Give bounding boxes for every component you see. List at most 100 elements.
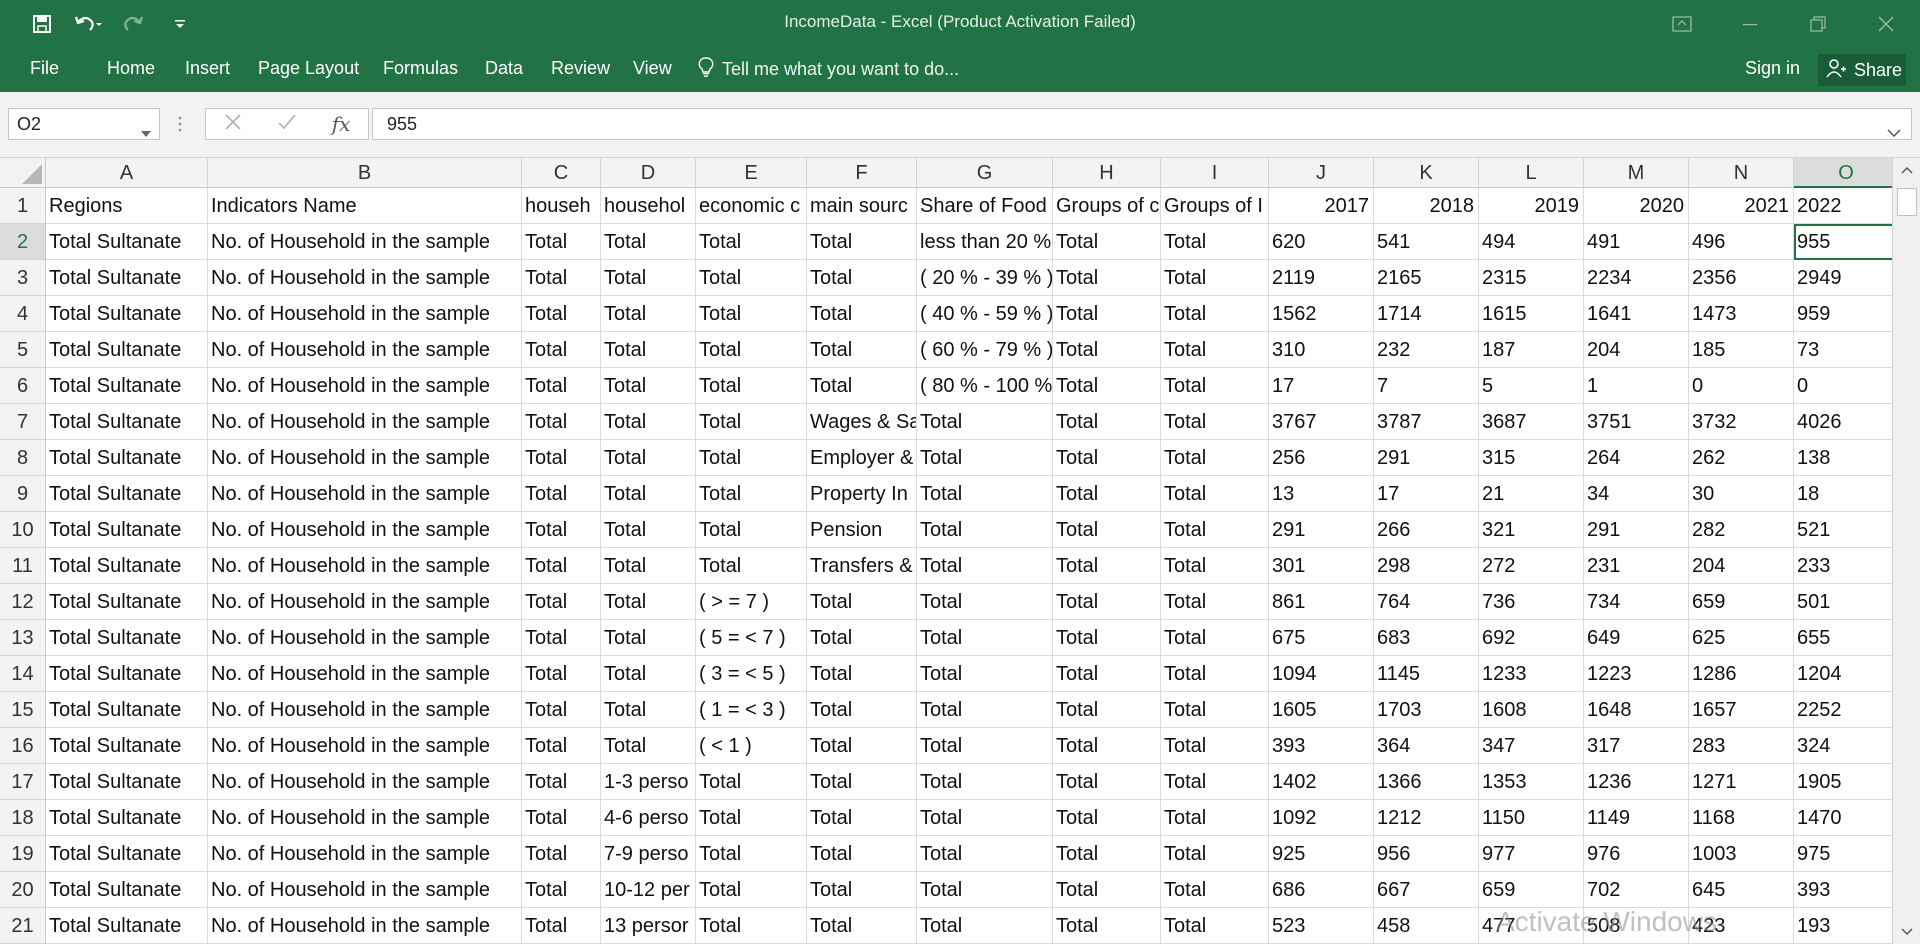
- cell-d12[interactable]: Total: [601, 584, 696, 620]
- cell-a21[interactable]: Total Sultanate: [46, 908, 208, 944]
- cell-l12[interactable]: 736: [1479, 584, 1584, 620]
- row-header-6[interactable]: 6: [0, 368, 45, 404]
- cell-l17[interactable]: 1353: [1479, 764, 1584, 800]
- cell-g14[interactable]: Total: [917, 656, 1053, 692]
- cell-c7[interactable]: Total: [522, 404, 601, 440]
- cell-h3[interactable]: Total: [1053, 260, 1161, 296]
- cell-o4[interactable]: 959: [1794, 296, 1892, 332]
- cell-i10[interactable]: Total: [1161, 512, 1269, 548]
- scroll-up-icon[interactable]: [1893, 158, 1920, 182]
- cell-j17[interactable]: 1402: [1269, 764, 1374, 800]
- cell-h5[interactable]: Total: [1053, 332, 1161, 368]
- cell-m17[interactable]: 1236: [1584, 764, 1689, 800]
- cell-j6[interactable]: 17: [1269, 368, 1374, 404]
- cell-d21[interactable]: 13 persor: [601, 908, 696, 944]
- chevron-down-icon[interactable]: [141, 121, 151, 142]
- cell-c2[interactable]: Total: [522, 224, 601, 260]
- cell-l2[interactable]: 494: [1479, 224, 1584, 260]
- ribbon-display-options-button[interactable]: [1648, 0, 1716, 48]
- tab-formulas[interactable]: Formulas: [383, 58, 458, 79]
- cell-l18[interactable]: 1150: [1479, 800, 1584, 836]
- row-header-10[interactable]: 10: [0, 512, 45, 548]
- cell-h1[interactable]: Groups of c: [1053, 188, 1161, 224]
- cell-a9[interactable]: Total Sultanate: [46, 476, 208, 512]
- cell-g13[interactable]: Total: [917, 620, 1053, 656]
- column-header-j[interactable]: J: [1269, 158, 1374, 188]
- cell-k11[interactable]: 298: [1374, 548, 1479, 584]
- row-header-1[interactable]: 1: [0, 188, 45, 224]
- cell-i14[interactable]: Total: [1161, 656, 1269, 692]
- cell-k1[interactable]: 2018: [1374, 188, 1479, 224]
- cell-o10[interactable]: 521: [1794, 512, 1892, 548]
- share-button[interactable]: Share: [1818, 54, 1906, 86]
- cell-e2[interactable]: Total: [696, 224, 807, 260]
- cell-a18[interactable]: Total Sultanate: [46, 800, 208, 836]
- cell-n7[interactable]: 3732: [1689, 404, 1794, 440]
- cell-c8[interactable]: Total: [522, 440, 601, 476]
- cell-f8[interactable]: Employer &: [807, 440, 917, 476]
- cell-d19[interactable]: 7-9 perso: [601, 836, 696, 872]
- cell-e20[interactable]: Total: [696, 872, 807, 908]
- cell-h20[interactable]: Total: [1053, 872, 1161, 908]
- cell-h7[interactable]: Total: [1053, 404, 1161, 440]
- cell-f4[interactable]: Total: [807, 296, 917, 332]
- cell-b10[interactable]: No. of Household in the sample: [208, 512, 522, 548]
- minimize-button[interactable]: [1716, 0, 1784, 48]
- cell-k14[interactable]: 1145: [1374, 656, 1479, 692]
- cell-c4[interactable]: Total: [522, 296, 601, 332]
- cell-g9[interactable]: Total: [917, 476, 1053, 512]
- cell-j5[interactable]: 310: [1269, 332, 1374, 368]
- insert-function-icon[interactable]: fx: [332, 112, 351, 136]
- cell-f9[interactable]: Property In: [807, 476, 917, 512]
- row-header-8[interactable]: 8: [0, 440, 45, 476]
- cell-k20[interactable]: 667: [1374, 872, 1479, 908]
- cell-e12[interactable]: ( > = 7 ): [696, 584, 807, 620]
- cell-b7[interactable]: No. of Household in the sample: [208, 404, 522, 440]
- cell-k10[interactable]: 266: [1374, 512, 1479, 548]
- cell-i18[interactable]: Total: [1161, 800, 1269, 836]
- cell-f12[interactable]: Total: [807, 584, 917, 620]
- cell-o16[interactable]: 324: [1794, 728, 1892, 764]
- column-header-k[interactable]: K: [1374, 158, 1479, 188]
- cell-f13[interactable]: Total: [807, 620, 917, 656]
- cell-i7[interactable]: Total: [1161, 404, 1269, 440]
- cell-c3[interactable]: Total: [522, 260, 601, 296]
- close-button[interactable]: [1852, 0, 1920, 48]
- cell-d6[interactable]: Total: [601, 368, 696, 404]
- cell-d20[interactable]: 10-12 per: [601, 872, 696, 908]
- column-header-m[interactable]: M: [1584, 158, 1689, 188]
- cell-l9[interactable]: 21: [1479, 476, 1584, 512]
- cell-k4[interactable]: 1714: [1374, 296, 1479, 332]
- cell-c17[interactable]: Total: [522, 764, 601, 800]
- cell-b8[interactable]: No. of Household in the sample: [208, 440, 522, 476]
- cell-d14[interactable]: Total: [601, 656, 696, 692]
- cell-c18[interactable]: Total: [522, 800, 601, 836]
- cell-m16[interactable]: 317: [1584, 728, 1689, 764]
- cell-h2[interactable]: Total: [1053, 224, 1161, 260]
- cell-j16[interactable]: 393: [1269, 728, 1374, 764]
- cell-i13[interactable]: Total: [1161, 620, 1269, 656]
- cell-b15[interactable]: No. of Household in the sample: [208, 692, 522, 728]
- cell-n10[interactable]: 282: [1689, 512, 1794, 548]
- cell-i8[interactable]: Total: [1161, 440, 1269, 476]
- cell-o15[interactable]: 2252: [1794, 692, 1892, 728]
- cell-m20[interactable]: 702: [1584, 872, 1689, 908]
- cell-d13[interactable]: Total: [601, 620, 696, 656]
- cell-n6[interactable]: 0: [1689, 368, 1794, 404]
- cell-h17[interactable]: Total: [1053, 764, 1161, 800]
- cell-i6[interactable]: Total: [1161, 368, 1269, 404]
- cell-i9[interactable]: Total: [1161, 476, 1269, 512]
- cell-o14[interactable]: 1204: [1794, 656, 1892, 692]
- cell-b17[interactable]: No. of Household in the sample: [208, 764, 522, 800]
- cell-f16[interactable]: Total: [807, 728, 917, 764]
- cell-j9[interactable]: 13: [1269, 476, 1374, 512]
- cell-c12[interactable]: Total: [522, 584, 601, 620]
- cell-a6[interactable]: Total Sultanate: [46, 368, 208, 404]
- cell-f21[interactable]: Total: [807, 908, 917, 944]
- cell-l15[interactable]: 1608: [1479, 692, 1584, 728]
- cell-g5[interactable]: ( 60 % - 79 % ): [917, 332, 1053, 368]
- cell-b20[interactable]: No. of Household in the sample: [208, 872, 522, 908]
- column-header-d[interactable]: D: [601, 158, 696, 188]
- cell-m9[interactable]: 34: [1584, 476, 1689, 512]
- cell-n3[interactable]: 2356: [1689, 260, 1794, 296]
